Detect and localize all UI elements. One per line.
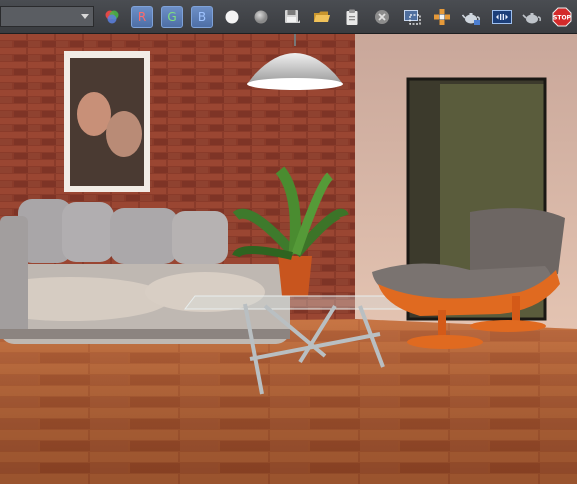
- green-channel-label: G: [167, 10, 177, 24]
- red-channel-button[interactable]: R: [131, 6, 153, 28]
- stop-label: STOP: [553, 15, 572, 22]
- frame-buffer-icon[interactable]: [491, 6, 513, 28]
- green-channel-button[interactable]: G: [161, 6, 183, 28]
- tile-render-icon[interactable]: [431, 6, 453, 28]
- blue-channel-button[interactable]: B: [191, 6, 213, 28]
- clear-icon[interactable]: [371, 6, 393, 28]
- gray-circle-icon[interactable]: [250, 6, 272, 28]
- render-viewport[interactable]: [0, 34, 577, 484]
- open-folder-icon[interactable]: [311, 6, 333, 28]
- region-render-icon[interactable]: [401, 6, 423, 28]
- chevron-down-icon: [81, 14, 89, 19]
- rendered-scene: [0, 34, 577, 484]
- red-channel-label: R: [137, 10, 147, 24]
- clipboard-icon[interactable]: [341, 6, 363, 28]
- teapot-icon[interactable]: [461, 6, 483, 28]
- white-circle-icon[interactable]: [221, 6, 243, 28]
- render-toolbar: R G B STOP: [0, 0, 577, 34]
- display-select[interactable]: [0, 6, 94, 27]
- teapot-settings-icon[interactable]: [521, 6, 543, 28]
- stop-icon[interactable]: STOP: [551, 6, 573, 28]
- save-icon[interactable]: [281, 6, 303, 28]
- rgb-color-icon[interactable]: [101, 6, 123, 28]
- blue-channel-label: B: [197, 10, 207, 24]
